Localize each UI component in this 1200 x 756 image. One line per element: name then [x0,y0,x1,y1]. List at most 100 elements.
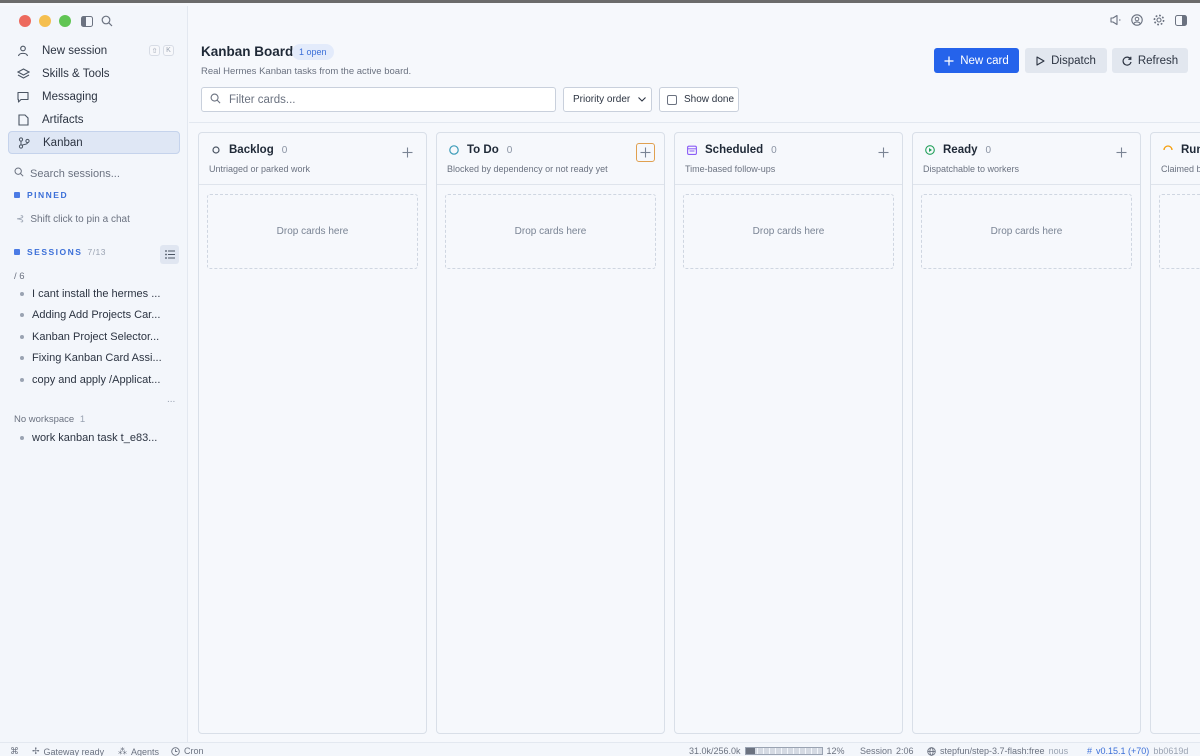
column-title-text: Backlog [229,144,274,156]
column-title: To Do 0 [449,144,512,156]
nav-kanban[interactable]: Kanban [8,131,180,154]
column-title: Runn [1163,144,1200,156]
shortcut-key: ⇧ [149,45,160,56]
messaging-icon [16,90,30,104]
page-title: Kanban Board [201,44,294,59]
drop-zone[interactable]: Drop cards here [445,194,656,269]
nav-messaging[interactable]: Messaging [8,85,180,108]
nav-label: New session [42,44,108,57]
pinned-label-text: PINNED [27,190,69,200]
session-title: I cant install the hermes ... [32,288,161,300]
search-icon [14,167,24,180]
drop-zone[interactable]: Drop cards here [683,194,894,269]
search-sessions-input[interactable]: Search sessions... [14,167,120,180]
sort-order-select[interactable]: Priority order [563,87,652,112]
account-icon[interactable] [1130,13,1144,27]
sidebar: New session ⇧ K Skills & Tools Messaging [0,6,188,742]
close-window-button[interactable] [19,15,31,27]
agents-label: Agents [131,746,160,756]
provider-name: nous [1048,746,1069,756]
new-card-button[interactable]: New card [934,48,1019,73]
more-sessions-button[interactable]: ... [167,394,175,405]
add-card-button[interactable] [636,143,655,162]
sidebar-top-tools [80,14,114,28]
session-item[interactable]: I cant install the hermes ... [20,288,170,300]
shortcut-key: K [163,45,174,56]
session-label: Session [860,746,893,756]
search-icon[interactable] [100,14,114,28]
maximize-window-button[interactable] [59,15,71,27]
refresh-button[interactable]: Refresh [1112,48,1188,73]
session-item[interactable]: Adding Add Projects Car... [20,309,170,321]
session-title: Kanban Project Selector... [32,331,160,343]
add-card-button[interactable] [874,143,893,162]
bullet-icon [20,292,24,296]
plus-icon [1116,147,1127,158]
filter-cards-field[interactable] [201,87,556,112]
context-percent: 12% [826,746,845,756]
gear-icon[interactable] [1152,13,1166,27]
show-done-toggle[interactable]: Show done [659,87,739,112]
show-done-label: Show done [684,94,735,105]
add-card-button[interactable] [1112,143,1131,162]
context-progress-bar [744,747,823,755]
token-usage-text: 31.0k/256.0k [689,746,741,756]
column-title-text: Scheduled [705,144,764,156]
context-usage: 31.0k/256.0k 12% [689,746,845,756]
session-timer: Session 2:06 [860,746,914,756]
dispatch-label: Dispatch [1051,54,1096,67]
column-header: Ready 0 Dispatchable to workers [913,133,1140,185]
model-name: stepfun/step-3.7-flash:free [940,746,1045,756]
model-selector[interactable]: stepfun/step-3.7-flash:free nous [927,746,1068,756]
bullet-icon [20,378,24,382]
todo-icon [449,145,459,155]
column-ready: Ready 0 Dispatchable to workers Drop car… [912,132,1141,734]
column-header: Scheduled 0 Time-based follow-ups [675,133,902,185]
dispatch-button[interactable]: Dispatch [1025,48,1107,73]
session-title: copy and apply /Applicat... [32,374,161,386]
nav-artifacts[interactable]: Artifacts [8,108,180,131]
column-header: To Do 0 Blocked by dependency or not rea… [437,133,664,185]
session-time: 2:06 [896,746,914,756]
play-icon [925,145,935,155]
status-bar: ⌘ ✢ Gateway ready ⁂ Agents Cron 31.0k/25… [0,742,1200,756]
panel-toggle-icon[interactable] [1174,13,1188,27]
session-item[interactable]: copy and apply /Applicat... [20,374,170,386]
drop-zone[interactable]: Drop cards here [207,194,418,269]
plus-icon [878,147,889,158]
kanban-board: Backlog 0 Untriaged or parked work Drop … [198,132,1200,734]
plus-icon [944,56,954,66]
session-item[interactable]: work kanban task t_e83... [20,432,170,444]
gateway-status[interactable]: ✢ Gateway ready [32,746,104,756]
calendar-icon [687,145,697,155]
sidebar-nav: New session ⇧ K Skills & Tools Messaging [8,39,180,154]
broadcast-icon[interactable] [1108,13,1122,27]
gateway-status-text: Gateway ready [43,746,105,756]
cron-button[interactable]: Cron [171,746,204,756]
nav-skills-tools[interactable]: Skills & Tools [8,62,180,85]
session-item[interactable]: Kanban Project Selector... [20,331,170,343]
hash-icon: # [1087,746,1093,756]
bullet-icon [20,356,24,360]
session-title: Fixing Kanban Card Assi... [32,352,162,364]
agents-button[interactable]: ⁂ Agents [118,746,159,756]
column-scheduled: Scheduled 0 Time-based follow-ups Drop c… [674,132,903,734]
window-toolbar-icons [1108,13,1188,27]
new-card-label: New card [960,54,1009,67]
minimize-window-button[interactable] [39,15,51,27]
list-view-toggle[interactable] [160,245,179,264]
command-icon[interactable]: ⌘ [10,746,19,756]
sessions-section-label: SESSIONS 7/13 [14,247,106,257]
session-group-label: / 6 [14,271,25,282]
main-content: Kanban Board 1 open Real Hermes Kanban t… [189,6,1200,742]
sidebar-toggle-icon[interactable] [80,14,94,28]
drop-zone[interactable]: Drop cards here [921,194,1132,269]
nav-new-session[interactable]: New session ⇧ K [8,39,180,62]
drop-zone[interactable] [1159,194,1200,269]
show-done-checkbox[interactable] [667,94,677,105]
filter-cards-input[interactable] [229,93,529,106]
page-subtitle: Real Hermes Kanban tasks from the active… [201,66,412,77]
version-info[interactable]: # v0.15.1 (+70) bb0619d [1087,746,1188,756]
session-item[interactable]: Fixing Kanban Card Assi... [20,352,170,364]
add-card-button[interactable] [398,143,417,162]
